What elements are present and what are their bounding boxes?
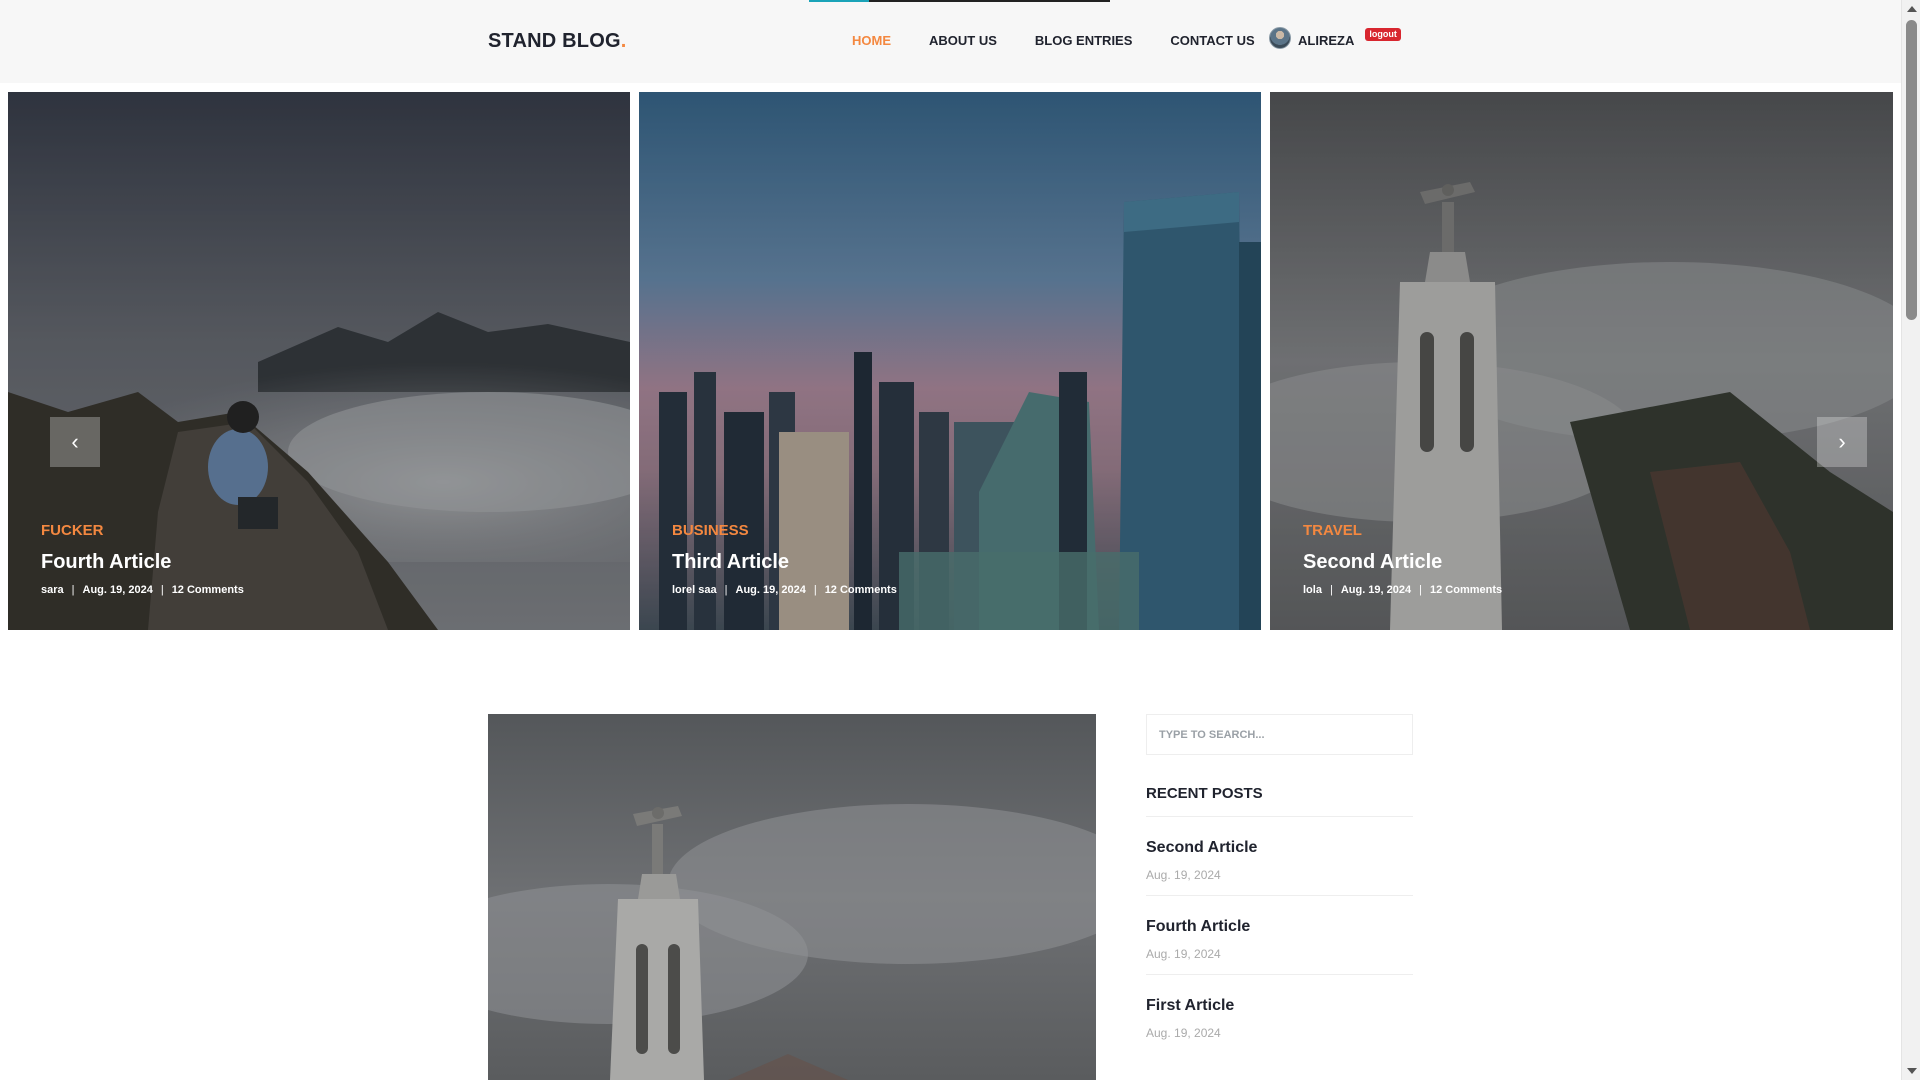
recent-post-date: Aug. 19, 2024 [1146, 1026, 1221, 1040]
featured-slider: FUCKER Fourth Article sara | Aug. 19, 20… [8, 92, 1893, 630]
slide-title[interactable]: Third Article [672, 551, 897, 574]
avatar[interactable] [1269, 27, 1291, 49]
main-post-image[interactable] [488, 714, 1096, 1080]
site-logo[interactable]: STAND BLOG. [488, 30, 627, 53]
recent-post-date: Aug. 19, 2024 [1146, 947, 1221, 961]
slide-caption: TRAVEL Second Article lola | Aug. 19, 20… [1303, 522, 1502, 596]
slide-fourth-article[interactable]: FUCKER Fourth Article sara | Aug. 19, 20… [8, 92, 630, 630]
nav-home[interactable]: HOME [852, 33, 891, 48]
user-name[interactable]: ALIREZA [1298, 33, 1354, 48]
post-image-statue-fog [488, 714, 1096, 1080]
meta-separator: | [724, 584, 728, 596]
slider-prev-button[interactable]: ‹ [50, 417, 100, 467]
slide-category[interactable]: BUSINESS [672, 522, 897, 539]
slide-title[interactable]: Second Article [1303, 551, 1502, 574]
scroll-up-icon[interactable] [1907, 6, 1917, 12]
user-menu[interactable]: ALIREZA logout [1269, 27, 1401, 49]
recent-post-item[interactable]: First Article Aug. 19, 2024 [1146, 975, 1413, 1053]
logout-button[interactable]: logout [1365, 27, 1401, 41]
slide-caption: FUCKER Fourth Article sara | Aug. 19, 20… [41, 522, 244, 596]
slide-category[interactable]: FUCKER [41, 522, 244, 539]
slide-date[interactable]: Aug. 19, 2024 [736, 584, 806, 596]
slide-comments[interactable]: 12 Comments [825, 584, 897, 596]
slide-category[interactable]: TRAVEL [1303, 522, 1502, 539]
slider-next-button[interactable]: › [1817, 417, 1867, 467]
meta-separator: | [1329, 584, 1333, 596]
slide-third-article[interactable]: BUSINESS Third Article lorel saa | Aug. … [639, 92, 1261, 630]
scroll-down-icon[interactable] [1907, 1068, 1917, 1074]
nav-blog-entries[interactable]: BLOG ENTRIES [1035, 33, 1133, 48]
meta-separator: | [813, 584, 817, 596]
logo-dot: . [620, 30, 627, 52]
nav-contact-us[interactable]: CONTACT US [1170, 33, 1254, 48]
meta-separator: | [160, 584, 164, 596]
nav-about-us[interactable]: ABOUT US [929, 33, 997, 48]
slide-date[interactable]: Aug. 19, 2024 [83, 584, 153, 596]
logo-text[interactable]: STAND BLOG [488, 30, 621, 52]
slide-date[interactable]: Aug. 19, 2024 [1341, 584, 1411, 596]
scrollbar-thumb[interactable] [1906, 20, 1917, 320]
vertical-scrollbar[interactable] [1901, 0, 1920, 1080]
sidebar: RECENT POSTS Second Article Aug. 19, 202… [1146, 714, 1413, 1053]
recent-posts-heading: RECENT POSTS [1146, 785, 1413, 817]
search-input[interactable] [1146, 714, 1413, 755]
meta-separator: | [1419, 584, 1422, 596]
meta-separator: | [71, 584, 75, 596]
slide-author[interactable]: sara [41, 584, 64, 596]
slide-author[interactable]: lola [1303, 584, 1322, 596]
slide-author[interactable]: lorel saa [672, 584, 717, 596]
recent-post-title[interactable]: First Article [1146, 997, 1413, 1015]
recent-post-item[interactable]: Second Article Aug. 19, 2024 [1146, 817, 1413, 896]
chevron-right-icon: › [1838, 429, 1846, 454]
header-accent-line [809, 0, 1110, 2]
recent-post-title[interactable]: Fourth Article [1146, 918, 1413, 936]
slide-caption: BUSINESS Third Article lorel saa | Aug. … [672, 522, 897, 596]
recent-post-date: Aug. 19, 2024 [1146, 868, 1221, 882]
slide-second-article[interactable]: TRAVEL Second Article lola | Aug. 19, 20… [1270, 92, 1893, 630]
slide-title[interactable]: Fourth Article [41, 551, 244, 574]
recent-post-item[interactable]: Fourth Article Aug. 19, 2024 [1146, 896, 1413, 975]
slide-meta: lola | Aug. 19, 2024 | 12 Comments [1303, 584, 1502, 596]
slide-comments[interactable]: 12 Comments [1430, 584, 1502, 596]
slide-meta: lorel saa | Aug. 19, 2024 | 12 Comments [672, 584, 897, 596]
site-header: STAND BLOG. HOME ABOUT US BLOG ENTRIES C… [0, 0, 1901, 83]
slide-comments[interactable]: 12 Comments [172, 584, 244, 596]
recent-post-title[interactable]: Second Article [1146, 839, 1413, 857]
main-nav: HOME ABOUT US BLOG ENTRIES CONTACT US [852, 33, 1293, 48]
slide-meta: sara | Aug. 19, 2024 | 12 Comments [41, 584, 244, 596]
chevron-left-icon: ‹ [71, 429, 79, 454]
